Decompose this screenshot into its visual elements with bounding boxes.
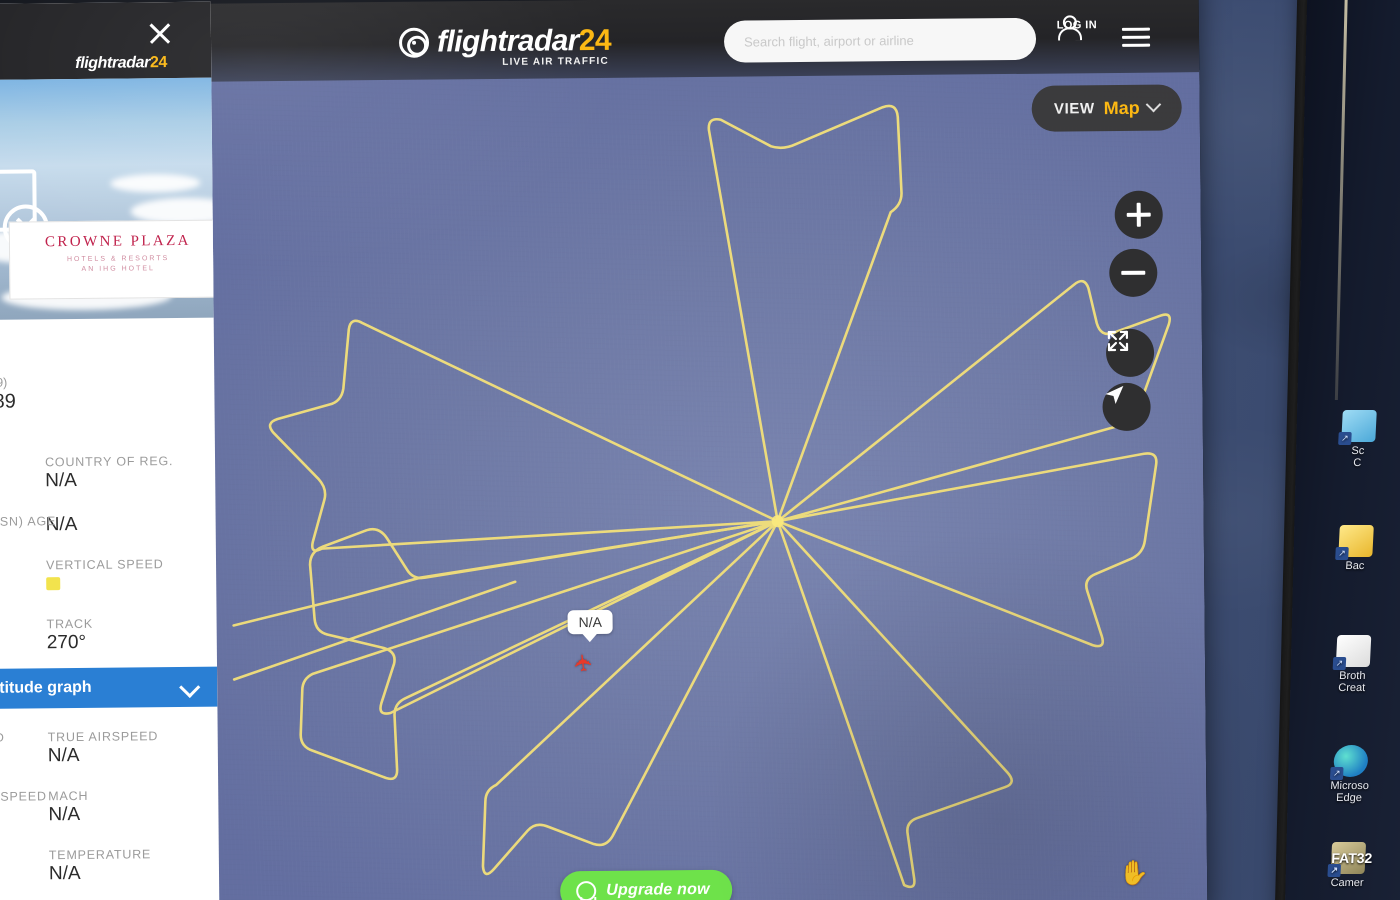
chevron-down-icon [179,676,201,699]
aircraft-callsign-tooltip[interactable]: N/A [567,609,614,635]
field-msn-age: (MSN) AGE N/A [0,513,216,537]
field-value: N/A [45,469,78,492]
desktop-icon[interactable]: ↗ Sc C [1321,410,1396,469]
folder-backup-icon: ↗ [1335,525,1374,560]
hamburger-menu-button[interactable] [1121,27,1151,48]
desktop-icon-label-line1: Microso [1330,780,1370,792]
sidebar-advertisement[interactable]: CROWNE PLAZA HOTELS & RESORTS AN IHG HOT… [8,219,220,300]
zoom-in-button[interactable] [1114,190,1163,240]
desktop-icon-label-line2: Edge [1335,792,1363,804]
site-logo[interactable]: flightradar24 [398,23,612,59]
site-tagline: LIVE AIR TRAFFIC [502,55,609,68]
field-mach: IRSPEED MACH N/A [0,788,219,827]
field-temperature: TEMPERATURE N/A [0,847,219,886]
field-left-stub: IRSPEED [0,789,47,804]
desktop-icon-label-line1: Camer [1330,877,1364,889]
navigation-arrow-icon [1105,385,1124,405]
trail-petal-3 [776,452,1158,648]
field-vertical-speed: T. VERTICAL SPEED [0,557,216,596]
desktop-icon-label-line1: Bac [1345,560,1365,572]
field-track: TRACK 270° [0,616,217,655]
upgrade-now-button[interactable]: Upgrade now [560,869,732,900]
field-left-stub: (MSN) AGE [0,514,57,529]
aircraft-type-row: 189) 189 [0,374,215,414]
trail-petal-1 [707,104,903,523]
sidebar-header: flightradar24 [0,1,212,80]
aircraft-type-label: 189) [0,375,8,390]
ad-subtitle-2: AN IHG HOTEL [81,265,155,273]
sidebar-fields: 189) 189 COUNTRY OF REG. N/A (MSN) AGE N… [0,318,219,886]
minus-icon [1121,271,1146,275]
upgrade-now-label: Upgrade now [606,880,710,899]
shortcut-overlay-icon: ↗ [1332,657,1347,670]
aircraft-marker-icon[interactable]: ✈ [569,652,597,674]
brand-wordmark: flightradar24 [436,23,612,59]
field-left-stub: ED [0,730,5,745]
field-value: N/A [48,803,81,826]
view-selector[interactable]: VIEW Map [1031,84,1182,132]
flight-trail-svg [232,104,1172,889]
field-true-airspeed: ED TRUE AIRSPEED N/A [0,729,218,768]
login-button[interactable]: LOG IN [1048,15,1106,34]
desktop-icon[interactable]: ↗ Microso Edge [1313,745,1388,804]
flightradar24-page: VIEW Map N/A ✈ Upgrade now ✋ flightradar… [0,0,1208,900]
sidebar-logo: flightradar24 [75,54,168,72]
shortcut-overlay-icon: ↗ [1338,432,1352,445]
main-monitor: VIEW Map N/A ✈ Upgrade now ✋ flightradar… [0,0,1208,900]
trail-petal-5 [481,519,779,876]
snip-tool-icon: ↗ [1338,410,1377,445]
field-value: N/A [48,862,81,885]
desktop-icon-label-line1: Broth [1338,670,1366,682]
field-label: COUNTRY OF REG. [44,454,174,470]
map-canvas[interactable]: VIEW Map N/A ✈ Upgrade now ✋ [210,70,1208,900]
trail-petal-8 [268,319,779,552]
field-value: N/A [45,513,78,536]
field-value: 270° [46,631,87,654]
field-label: MACH [48,788,89,804]
trail-petal-7 [308,519,779,715]
view-selector-value: Map [1103,97,1140,118]
locate-me-button[interactable] [1102,382,1151,432]
trail-petal-4 [776,519,1013,889]
field-label: TRUE AIRSPEED [47,729,159,745]
expand-arrows-icon [1107,330,1129,352]
altitude-graph-section-header[interactable]: Altitude graph [0,666,218,709]
radar-logo-icon [398,27,430,58]
trail-convergence-point [771,515,784,528]
sidebar-fields-lower: ED TRUE AIRSPEED N/A IRSPEED MACH N/A TE… [0,707,219,886]
ad-subtitle-1: HOTELS & RESORTS [66,255,170,264]
desktop-icon[interactable]: ↗ Broth Creat [1315,635,1390,694]
desktop-icon-label-line1: Sc [1351,445,1365,457]
brother-creative-icon: ↗ [1332,635,1372,670]
flight-details-sidebar: flightradar24 ✈ CROWNE PLAZA HOTELS & RE… [0,1,220,900]
desktop-icon-label-line2: Creat [1337,682,1366,694]
search-input[interactable] [723,17,1037,63]
vertical-speed-indicator [46,577,61,591]
aircraft-type-value: 189 [0,390,16,413]
close-icon[interactable] [147,20,173,46]
field-label: TRACK [46,616,94,632]
desktop-icon[interactable]: FAT32 ↗ Camer [1311,842,1385,889]
ad-brand-name: CROWNE PLAZA [44,232,191,251]
chevron-down-icon [1145,96,1162,112]
grab-hand-cursor: ✋ [1119,859,1150,887]
field-label: TEMPERATURE [48,847,152,863]
zoom-out-button[interactable] [1109,248,1158,298]
fullscreen-button[interactable] [1105,328,1155,378]
field-country-of-reg: COUNTRY OF REG. N/A [0,454,215,493]
microsoft-edge-icon: ↗ [1329,745,1369,780]
fat32-drive-icon: FAT32 ↗ [1327,842,1373,877]
field-label: VERTICAL SPEED [45,557,164,573]
shortcut-overlay-icon: ↗ [1335,547,1349,560]
desktop-icon-label-line2: C [1352,457,1362,469]
shortcut-overlay-icon: ↗ [1327,864,1342,877]
shortcut-overlay-icon: ↗ [1329,767,1344,780]
desktop-icon[interactable]: ↗ Bac [1319,525,1393,572]
award-badge-icon [576,881,597,900]
altitude-graph-title: Altitude graph [0,678,92,697]
field-value: N/A [47,744,80,767]
screenshot-root: ↗ Sc C ↗ Bac ↗ Broth Creat ↗ Microso Edg… [0,0,1400,900]
view-selector-label: VIEW [1053,99,1095,118]
